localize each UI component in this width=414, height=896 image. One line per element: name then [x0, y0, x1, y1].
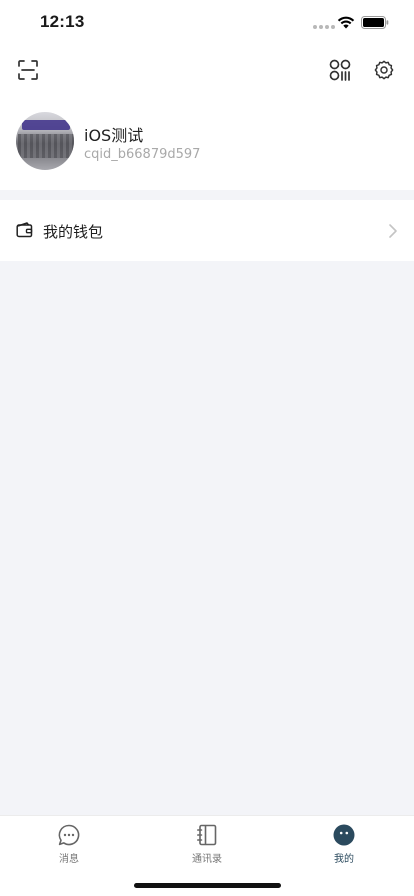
status-bar: 12:13: [0, 0, 414, 46]
home-indicator[interactable]: [134, 883, 281, 888]
battery-icon: [361, 16, 389, 29]
tab-me[interactable]: 我的: [304, 816, 384, 876]
gear-icon[interactable]: [373, 59, 395, 81]
address-book-icon: [197, 824, 217, 846]
cellular-signal-icon: [313, 25, 335, 29]
wallet-label: 我的钱包: [43, 223, 104, 241]
scan-icon[interactable]: [17, 59, 39, 81]
profile-header: iOS测试 cqid_b66879d597: [0, 46, 414, 190]
tab-label: 消息: [59, 854, 79, 865]
avatar[interactable]: [16, 112, 74, 170]
status-time: 12:13: [40, 12, 85, 31]
tab-label: 通讯录: [192, 854, 222, 865]
profile-name: iOS测试: [84, 126, 144, 145]
profile-face-icon: [333, 824, 355, 846]
tab-messages[interactable]: 消息: [29, 816, 109, 876]
wifi-icon: [337, 16, 355, 29]
tab-label: 我的: [334, 854, 354, 865]
wallet-menu-item[interactable]: 我的钱包: [0, 200, 414, 261]
wallet-icon: [16, 222, 33, 238]
qrcode-icon[interactable]: [329, 59, 351, 81]
profile-id: cqid_b66879d597: [84, 147, 201, 162]
tab-contacts[interactable]: 通讯录: [167, 816, 247, 876]
chat-bubble-icon: [58, 824, 80, 846]
chevron-right-icon: [389, 224, 397, 238]
